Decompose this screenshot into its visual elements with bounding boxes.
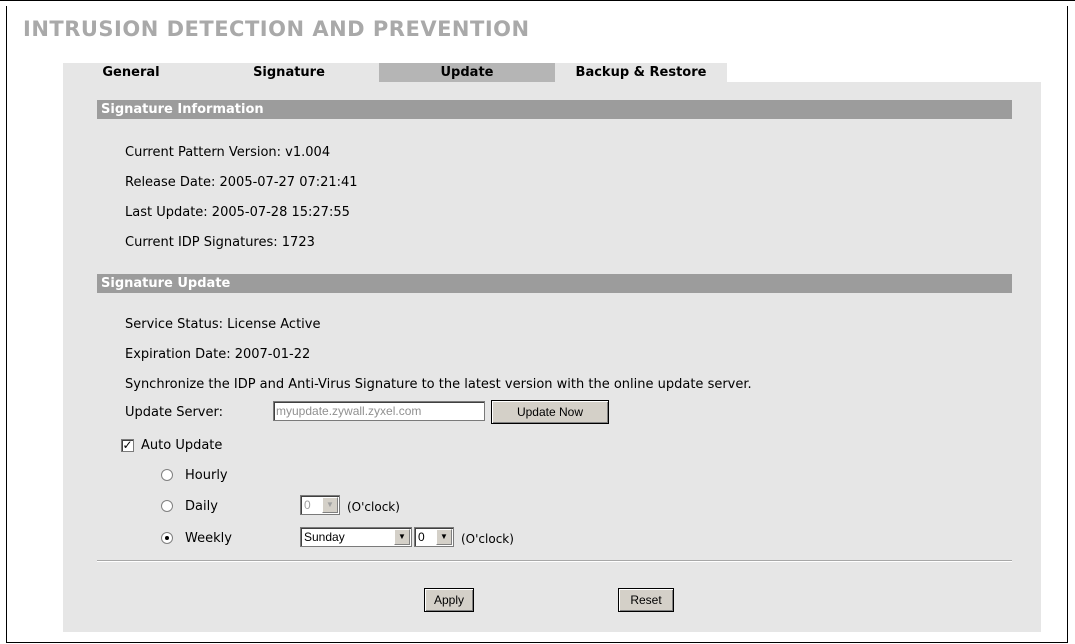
update-server-field[interactable]: myupdate.zywall.zyxel.com bbox=[273, 401, 485, 421]
tab-update[interactable]: Update bbox=[379, 63, 555, 82]
page-title: INTRUSION DETECTION AND PREVENTION bbox=[23, 17, 530, 41]
daily-hour-value: 0 bbox=[304, 498, 311, 512]
weekly-day-value: Sunday bbox=[304, 530, 345, 544]
auto-update-label: Auto Update bbox=[141, 438, 223, 453]
hourly-label: Hourly bbox=[185, 468, 228, 483]
reset-button[interactable]: Reset bbox=[618, 588, 674, 612]
weekly-hour-select[interactable]: 0 ▼ bbox=[414, 527, 454, 547]
last-update: Last Update: 2005-07-28 15:27:55 bbox=[125, 205, 350, 220]
hourly-radio[interactable] bbox=[161, 469, 173, 481]
chevron-down-icon: ▼ bbox=[322, 497, 338, 513]
current-pattern-version: Current Pattern Version: v1.004 bbox=[125, 145, 331, 160]
update-server-label: Update Server: bbox=[125, 405, 223, 420]
apply-button[interactable]: Apply bbox=[424, 588, 474, 612]
update-panel: Signature Information Current Pattern Ve… bbox=[63, 82, 1041, 632]
chevron-down-icon: ▼ bbox=[394, 529, 410, 545]
signature-update-header: Signature Update bbox=[97, 274, 1012, 293]
weekly-radio[interactable] bbox=[161, 532, 173, 544]
weekly-oclock-label: (O'clock) bbox=[461, 532, 514, 546]
signature-information-header: Signature Information bbox=[97, 100, 1012, 119]
daily-oclock-label: (O'clock) bbox=[347, 500, 400, 514]
divider bbox=[97, 560, 1012, 562]
tab-general[interactable]: General bbox=[63, 63, 199, 82]
sync-description: Synchronize the IDP and Anti-Virus Signa… bbox=[125, 377, 752, 392]
weekly-hour-value: 0 bbox=[418, 530, 425, 544]
service-status: Service Status: License Active bbox=[125, 317, 321, 332]
tab-signature[interactable]: Signature bbox=[199, 63, 379, 82]
auto-update-checkbox[interactable]: ✓ bbox=[121, 439, 134, 452]
update-now-button[interactable]: Update Now bbox=[491, 400, 609, 424]
chevron-down-icon: ▼ bbox=[436, 529, 452, 545]
daily-label: Daily bbox=[185, 499, 218, 514]
weekly-day-select[interactable]: Sunday ▼ bbox=[300, 527, 412, 547]
weekly-label: Weekly bbox=[185, 531, 232, 546]
expiration-date: Expiration Date: 2007-01-22 bbox=[125, 347, 311, 362]
release-date: Release Date: 2005-07-27 07:21:41 bbox=[125, 175, 358, 190]
check-icon: ✓ bbox=[122, 438, 133, 452]
daily-radio[interactable] bbox=[161, 500, 173, 512]
tab-backup-restore[interactable]: Backup & Restore bbox=[555, 63, 727, 82]
current-idp-signatures: Current IDP Signatures: 1723 bbox=[125, 235, 315, 250]
daily-hour-select[interactable]: 0 ▼ bbox=[300, 495, 340, 515]
